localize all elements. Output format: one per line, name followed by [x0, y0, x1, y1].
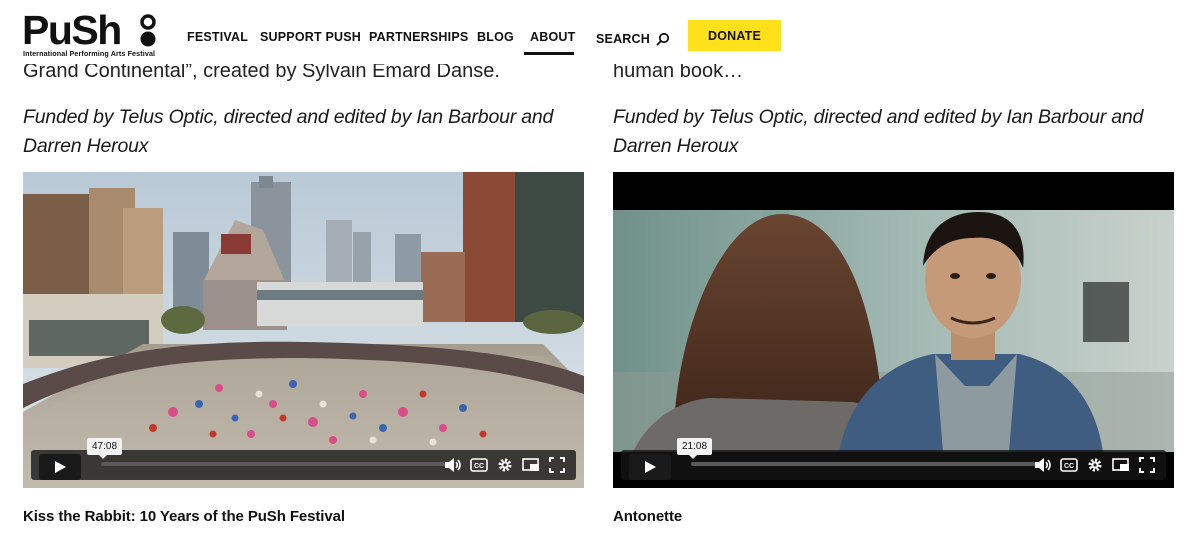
captions-icon: CC — [1060, 458, 1078, 472]
logo-tagline: International Performing Arts Festival — [23, 49, 156, 58]
duration-tooltip: 21:08 — [677, 438, 713, 459]
logo-wordmark: PuSh — [22, 7, 122, 53]
nav-festival[interactable]: FESTIVAL — [187, 30, 248, 50]
nav-support-push[interactable]: SUPPORT PUSH — [260, 30, 361, 50]
logo-mark-icon — [140, 14, 156, 47]
video-credits: Funded by Telus Optic, directed and edit… — [23, 106, 554, 157]
svg-text:CC: CC — [474, 463, 484, 470]
nav-partnerships[interactable]: PARTNERSHIPS — [369, 30, 468, 50]
duration-tooltip: 47:08 — [87, 438, 123, 459]
play-icon — [645, 461, 656, 473]
volume-button[interactable] — [1034, 456, 1052, 474]
player-control-bar: 21:08 CC — [621, 438, 1166, 480]
player-control-bar: 47:08 CC — [31, 438, 576, 480]
nav-blog[interactable]: BLOG — [477, 30, 514, 50]
fullscreen-button[interactable] — [548, 456, 566, 474]
captions-button[interactable]: CC — [1060, 456, 1078, 474]
captions-button[interactable]: CC — [470, 456, 488, 474]
nav-active-underline — [524, 52, 574, 55]
donate-button[interactable]: DONATE — [688, 20, 781, 51]
progress-bar[interactable]: 21:08 — [677, 438, 1037, 466]
player-control-icons: CC — [444, 456, 566, 474]
fullscreen-icon — [549, 457, 565, 473]
settings-button[interactable] — [496, 456, 514, 474]
nav-search-button[interactable]: SEARCH — [596, 29, 670, 49]
video-title[interactable]: Antonette — [613, 508, 682, 525]
video-credits: Funded by Telus Optic, directed and edit… — [613, 106, 1144, 157]
video-card-kiss-the-rabbit: Grand Continental”, created by Sylvain É… — [23, 0, 585, 542]
progress-bar[interactable]: 47:08 — [87, 438, 447, 466]
settings-button[interactable] — [1086, 456, 1104, 474]
pip-button[interactable] — [522, 456, 540, 474]
video-card-antonette: human book… Funded by Telus Optic, direc… — [613, 0, 1175, 542]
site-header: PuSh International Performing Arts Festi… — [0, 0, 1200, 64]
volume-icon — [445, 458, 461, 472]
picture-in-picture-icon — [522, 458, 539, 471]
video-title[interactable]: Kiss the Rabbit: 10 Years of the PuSh Fe… — [23, 508, 345, 525]
video-player[interactable]: 47:08 CC — [23, 172, 584, 488]
captions-icon: CC — [470, 458, 488, 472]
play-button[interactable] — [629, 454, 671, 480]
nav-about[interactable]: ABOUT — [530, 30, 575, 50]
settings-icon — [498, 458, 512, 472]
play-button[interactable] — [39, 454, 81, 480]
volume-button[interactable] — [444, 456, 462, 474]
pip-button[interactable] — [1112, 456, 1130, 474]
fullscreen-icon — [1139, 457, 1155, 473]
volume-icon — [1035, 458, 1051, 472]
picture-in-picture-icon — [1112, 458, 1129, 471]
video-player[interactable]: 21:08 CC — [613, 172, 1174, 488]
push-logo[interactable]: PuSh International Performing Arts Festi… — [22, 8, 172, 60]
fullscreen-button[interactable] — [1138, 456, 1156, 474]
nav-search-label: SEARCH — [596, 32, 650, 46]
play-icon — [55, 461, 66, 473]
svg-text:CC: CC — [1064, 463, 1074, 470]
player-control-icons: CC — [1034, 456, 1156, 474]
search-icon — [656, 32, 670, 46]
settings-icon — [1088, 458, 1102, 472]
